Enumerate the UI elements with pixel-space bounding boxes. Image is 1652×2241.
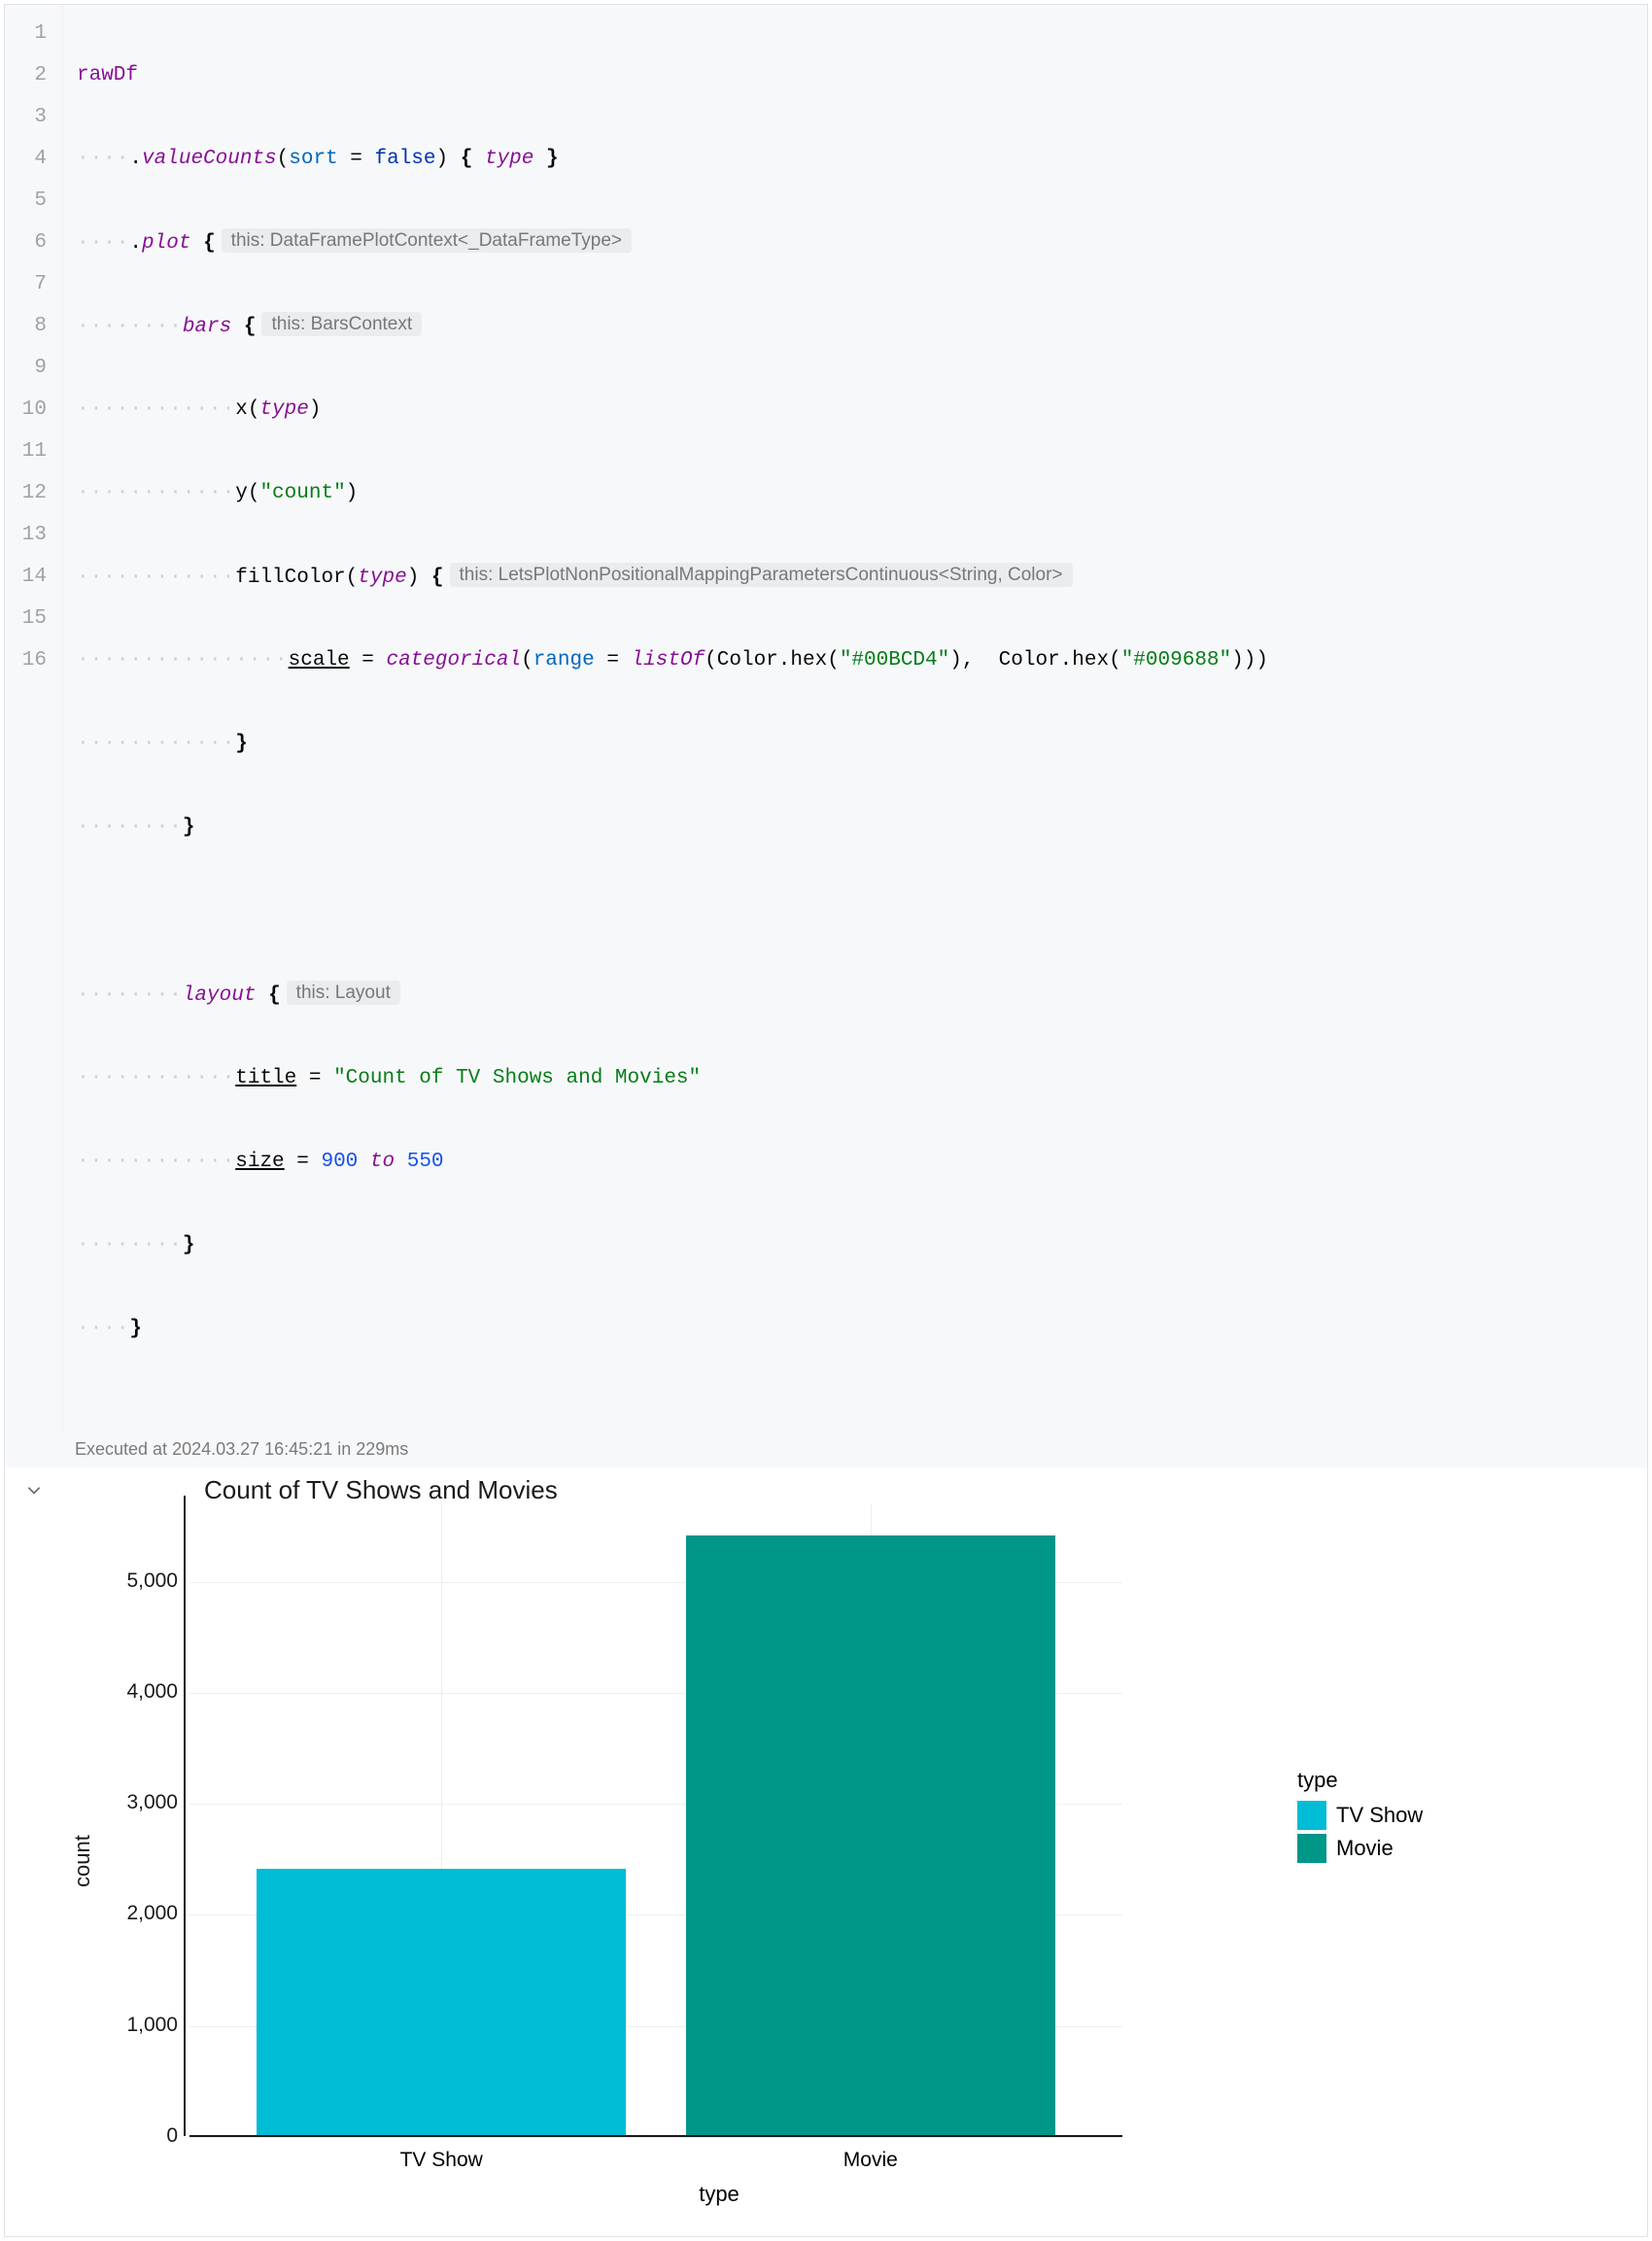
named-arg: sort bbox=[289, 148, 337, 170]
y-tick-label: 3,000 bbox=[126, 1791, 178, 1814]
string-literal: "#009688" bbox=[1121, 649, 1231, 672]
chart-title: Count of TV Shows and Movies bbox=[63, 1475, 1423, 1505]
type-hint: this: LetsPlotNonPositionalMappingParame… bbox=[450, 563, 1073, 587]
keyword-to: to bbox=[370, 1151, 395, 1173]
fn-y: y bbox=[235, 482, 248, 504]
execution-status: Executed at 2024.03.27 16:45:21 in 229ms bbox=[5, 1433, 1647, 1467]
bar-movie bbox=[686, 1535, 1055, 2135]
y-tick-label: 0 bbox=[166, 2124, 178, 2148]
method-call: valueCounts bbox=[142, 148, 277, 170]
legend-title: type bbox=[1297, 1768, 1423, 1793]
fn-fillcolor: fillColor bbox=[235, 567, 345, 589]
string-literal: "Count of TV Shows and Movies" bbox=[333, 1067, 701, 1089]
prop-title: title bbox=[235, 1067, 296, 1089]
type-hint: this: BarsContext bbox=[261, 312, 422, 336]
legend: type TV Show Movie bbox=[1249, 1515, 1423, 1867]
code-editor[interactable]: 12345678910111213141516 rawDf ····.value… bbox=[5, 5, 1647, 1433]
chart: Count of TV Shows and Movies count 0 1,00… bbox=[63, 1467, 1423, 2236]
legend-item: TV Show bbox=[1297, 1801, 1423, 1830]
y-tick-label: 5,000 bbox=[126, 1569, 178, 1593]
bar-tv-show bbox=[257, 1869, 626, 2135]
identifier: rawDf bbox=[77, 64, 138, 86]
method-bars: bars bbox=[183, 316, 231, 338]
y-tick-label: 2,000 bbox=[126, 1902, 178, 1925]
prop-scale: scale bbox=[289, 649, 350, 672]
y-tick-label: 1,000 bbox=[126, 2014, 178, 2037]
code-content[interactable]: rawDf ····.valueCounts(sort = false) { t… bbox=[63, 5, 1647, 1433]
legend-item: Movie bbox=[1297, 1834, 1423, 1863]
x-axis-label: type bbox=[189, 2176, 1249, 2207]
keyword-false: false bbox=[375, 148, 436, 170]
x-tick-label: Movie bbox=[843, 2149, 898, 2172]
y-axis-ticks: 01,0002,0003,0004,0005,000 bbox=[102, 1515, 189, 2137]
fn-x: x bbox=[235, 398, 248, 421]
identifier-type: type bbox=[358, 567, 406, 589]
chevron-down-icon bbox=[25, 1481, 43, 1499]
plot-area bbox=[189, 1515, 1122, 2137]
line-gutter: 12345678910111213141516 bbox=[5, 5, 63, 1433]
type-hint: this: DataFramePlotContext<_DataFrameTyp… bbox=[222, 228, 632, 253]
method-layout: layout bbox=[183, 984, 257, 1007]
named-arg: range bbox=[533, 649, 595, 672]
y-tick-label: 4,000 bbox=[126, 1680, 178, 1704]
legend-swatch bbox=[1297, 1801, 1326, 1830]
prop-size: size bbox=[235, 1151, 284, 1173]
y-axis-label: count bbox=[63, 1515, 102, 2207]
fn-listof: listOf bbox=[632, 649, 706, 672]
type-hint: this: Layout bbox=[287, 981, 400, 1005]
fn-hex: hex bbox=[790, 649, 827, 672]
x-axis-ticks: TV Show Movie bbox=[189, 2137, 1122, 2176]
legend-label: Movie bbox=[1336, 1836, 1394, 1861]
identifier-type: type bbox=[485, 148, 533, 170]
string-literal: "count" bbox=[259, 482, 345, 504]
number-literal: 900 bbox=[321, 1151, 358, 1173]
notebook-cell: 12345678910111213141516 rawDf ····.value… bbox=[4, 4, 1648, 2237]
class-color: Color bbox=[717, 649, 778, 672]
method-plot: plot bbox=[142, 232, 190, 255]
fn-categorical: categorical bbox=[386, 649, 521, 672]
class-color: Color bbox=[999, 649, 1060, 672]
fn-hex: hex bbox=[1072, 649, 1109, 672]
string-literal: "#00BCD4" bbox=[840, 649, 949, 672]
legend-label: TV Show bbox=[1336, 1803, 1423, 1828]
cell-output: Count of TV Shows and Movies count 0 1,00… bbox=[5, 1467, 1647, 2236]
output-collapse-toggle[interactable] bbox=[5, 1467, 63, 2236]
identifier-type: type bbox=[259, 398, 308, 421]
number-literal: 550 bbox=[407, 1151, 444, 1173]
legend-swatch bbox=[1297, 1834, 1326, 1863]
x-tick-label: TV Show bbox=[400, 2149, 483, 2172]
